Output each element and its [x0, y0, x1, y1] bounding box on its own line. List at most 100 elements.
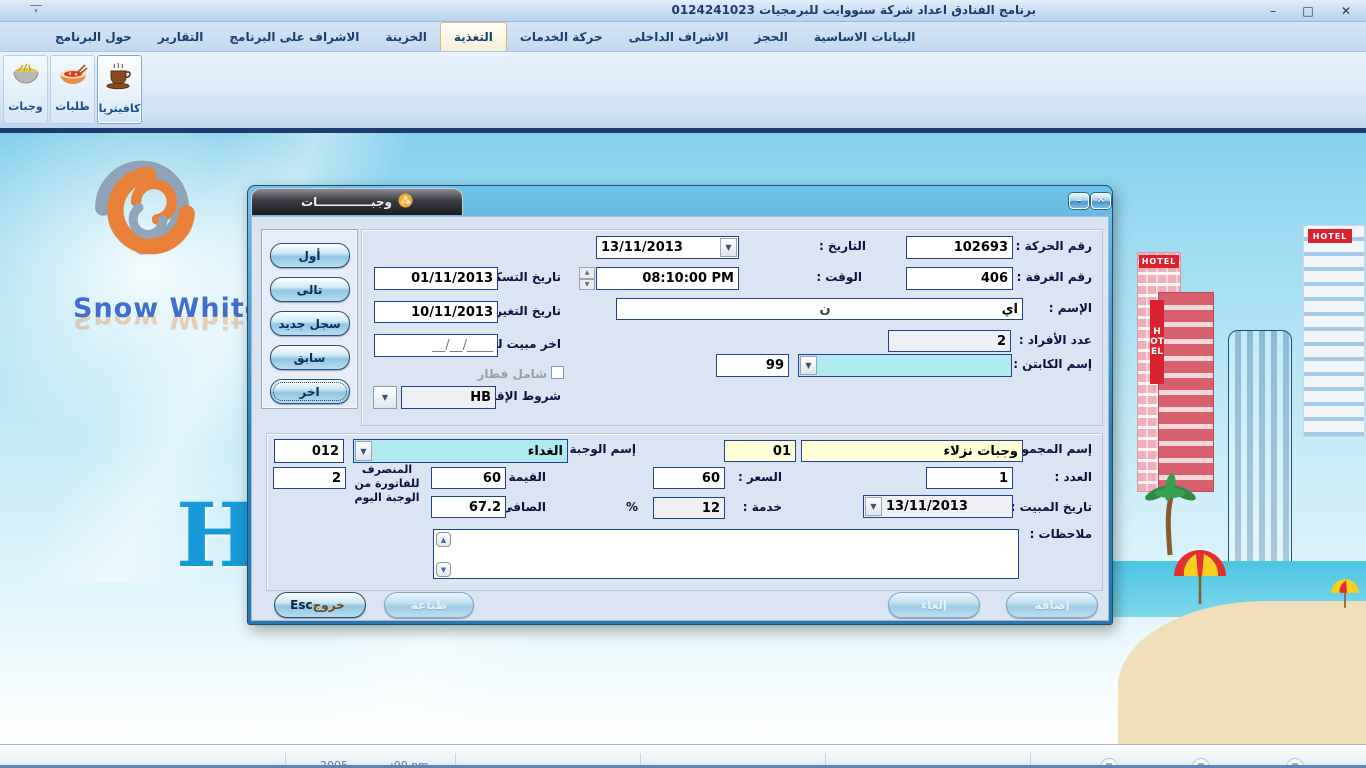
dialog-close-button[interactable]: ✕	[1091, 193, 1111, 209]
stay-terms-dropdown-button[interactable]: ▼	[373, 386, 397, 409]
menu-item-program-supervision[interactable]: الاشراف على البرنامج	[216, 22, 372, 51]
amount-label: القيمة :	[500, 470, 546, 484]
service-input[interactable]: 12	[653, 497, 725, 519]
statusbar-fragment: 2005	[320, 759, 348, 768]
toolbar-label: كافيتريا	[99, 102, 141, 115]
change-date-input[interactable]: 10/11/2013	[374, 301, 498, 323]
chevron-down-icon[interactable]: ▼	[865, 497, 882, 516]
statusbar-separator	[825, 753, 826, 765]
statusbar-separator	[640, 753, 641, 765]
window-maximize-button[interactable]: □	[1295, 2, 1321, 20]
menu-item-treasury[interactable]: الخزينة	[372, 22, 439, 51]
record-nav-panel: أول تالى سجل جديد سابق اخر	[261, 229, 358, 409]
name-label: الإسم :	[1049, 301, 1092, 315]
window-minimize-button[interactable]: –	[1260, 2, 1286, 20]
meals-toolbar-button[interactable]: وجبات	[3, 55, 48, 124]
exit-button[interactable]: Esc خروج	[274, 592, 366, 618]
menu-item-about[interactable]: حول البرنامج	[42, 22, 145, 51]
movement-no-label: رقم الحركة :	[1016, 239, 1092, 253]
spinner-up-icon[interactable]: ▲	[579, 267, 595, 279]
statusbar-separator	[455, 753, 456, 765]
statusbar-chevron-icon[interactable]: ▼	[1286, 758, 1304, 768]
dialog-title: وجبـــــــــــــات	[301, 195, 392, 209]
count-label: العدد :	[1055, 470, 1092, 484]
night-date-combo[interactable]: 13/11/2013 ▼	[863, 495, 1013, 518]
menu-item-reports[interactable]: التقارير	[145, 22, 217, 51]
statusbar-fragment: :00 pm	[390, 759, 429, 768]
breakfast-included-checkbox[interactable]	[551, 366, 564, 379]
stay-terms-input[interactable]: HB	[401, 386, 496, 409]
breakfast-included-label: شامل فطار	[477, 367, 547, 381]
notes-textarea[interactable]: ▲ ▼	[433, 529, 1019, 579]
dialog-minimize-button[interactable]: –	[1069, 193, 1089, 209]
last-meal-night-input[interactable]: __/__/____	[374, 334, 498, 357]
net-input[interactable]: 67.2	[431, 496, 506, 518]
add-button[interactable]: إضافة	[1006, 592, 1098, 618]
chevron-down-icon[interactable]: ▼	[355, 441, 372, 461]
date-label: التاريخ :	[819, 239, 866, 253]
meal-name-label: إسم الوجبة :	[561, 442, 636, 456]
room-no-input[interactable]: 406	[906, 267, 1013, 290]
statusbar-chevron-icon[interactable]: ▼	[1192, 758, 1210, 768]
menu-item-reservation[interactable]: الحجز	[742, 22, 801, 51]
new-record-button[interactable]: سجل جديد	[270, 311, 350, 336]
blue-glass-tower	[1228, 330, 1292, 565]
time-spinner[interactable]: ▲ ▼	[579, 267, 595, 290]
window-close-button[interactable]: ✕	[1333, 2, 1359, 20]
captain-combo[interactable]: ▼	[798, 354, 1012, 377]
menu-item-internal-supervision[interactable]: الاشراف الداخلى	[616, 22, 742, 51]
dialog-title-tab: وجبـــــــــــــات	[251, 188, 463, 215]
price-input[interactable]: 60	[653, 467, 725, 489]
scroll-down-icon[interactable]: ▼	[436, 562, 451, 577]
first-record-button[interactable]: أول	[270, 243, 350, 268]
orders-toolbar-button[interactable]: طلبات	[50, 55, 95, 124]
meal-name-combo[interactable]: الغداء ▼	[353, 439, 568, 463]
os-titlebar: ▾ برنامج الفنادق اعداد شركة سنووايت للبر…	[0, 0, 1366, 22]
cancel-button[interactable]: إلغاء	[888, 592, 980, 618]
checkin-date-input[interactable]: 01/11/2013	[374, 267, 498, 290]
time-label: الوقت :	[816, 270, 862, 284]
spent-from-input[interactable]: 2	[273, 467, 346, 489]
statusbar-separator	[1030, 753, 1031, 765]
name-value-partial: ن	[820, 302, 831, 317]
notes-label: ملاحظات :	[1030, 527, 1092, 541]
movement-no-input[interactable]: 102693	[906, 236, 1013, 259]
menu-bar: حول البرنامج التقارير الاشراف على البرنا…	[0, 22, 1366, 52]
chevron-down-icon[interactable]: ▼	[800, 356, 817, 375]
name-input[interactable]: اي ن	[616, 298, 1023, 320]
menu-item-services[interactable]: حركة الخدمات	[507, 22, 616, 51]
meals-dialog: وجبـــــــــــــات – ✕ أول تالى سجل جديد…	[247, 185, 1113, 625]
toolbar: وجبات طلبات	[0, 52, 1366, 128]
persons-input[interactable]: 2	[888, 330, 1011, 352]
time-input[interactable]: 08:10:00 PM	[596, 267, 739, 290]
quick-access-chevron-icon[interactable]: ▾	[30, 5, 42, 17]
hotel-vertical-sign: HOTEL	[1150, 300, 1164, 384]
scroll-up-icon[interactable]: ▲	[436, 532, 451, 547]
count-input[interactable]: 1	[926, 467, 1013, 489]
statusbar-chevron-icon[interactable]: ▼	[1100, 758, 1118, 768]
percent-symbol: %	[626, 500, 638, 514]
cafeteria-toolbar-button[interactable]: كافيتريا	[97, 55, 142, 124]
captain-code-input[interactable]: 99	[716, 354, 789, 377]
amount-input[interactable]: 60	[431, 467, 506, 489]
menu-item-catering[interactable]: التغذية	[440, 22, 507, 51]
group-name-input[interactable]: وجبات نزلاء	[801, 440, 1023, 462]
beach-umbrella-icon	[1172, 548, 1228, 612]
last-record-button[interactable]: اخر	[270, 379, 350, 404]
exit-label: خروج	[313, 598, 345, 612]
app-title: برنامج الفنادق اعداد شركة سنووايت للبرمج…	[671, 3, 1036, 17]
exit-key-label: Esc	[290, 598, 312, 612]
group-code-input[interactable]: 01	[724, 440, 796, 462]
snow-white-soft-logo-icon	[58, 133, 238, 292]
meal-code-input[interactable]: 012	[274, 439, 344, 463]
meals-dialog-icon	[398, 193, 413, 211]
name-value: اي	[1002, 302, 1018, 317]
print-button[interactable]: طباعة	[384, 592, 474, 618]
chevron-down-icon[interactable]: ▼	[720, 238, 737, 257]
previous-record-button[interactable]: سابق	[270, 345, 350, 370]
spinner-down-icon[interactable]: ▼	[579, 279, 595, 291]
menu-item-basic-data[interactable]: البيانات الاساسية	[801, 22, 929, 51]
next-record-button[interactable]: تالى	[270, 277, 350, 302]
screen: ▾ برنامج الفنادق اعداد شركة سنووايت للبر…	[0, 0, 1366, 768]
date-combo[interactable]: 13/11/2013 ▼	[596, 236, 739, 259]
